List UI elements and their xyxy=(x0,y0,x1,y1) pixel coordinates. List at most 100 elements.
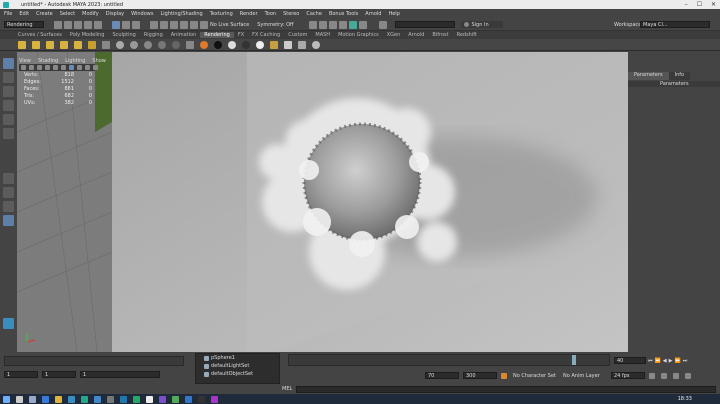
auto-key-icon[interactable] xyxy=(501,372,507,379)
menu-create[interactable]: Create xyxy=(36,11,53,17)
render-settings-icon[interactable] xyxy=(339,20,348,29)
play-forward-icon[interactable]: ▶ xyxy=(669,358,673,364)
smooth-shade-icon[interactable] xyxy=(69,65,74,70)
lasso-tool-icon[interactable] xyxy=(3,72,14,83)
file-explorer-icon[interactable] xyxy=(55,395,62,403)
quick-select-field[interactable] xyxy=(395,21,456,28)
undo-icon[interactable] xyxy=(84,20,92,29)
menu-modify[interactable]: Modify xyxy=(82,11,99,17)
zoom-icon[interactable] xyxy=(3,229,14,240)
select-component-icon[interactable] xyxy=(132,20,140,29)
open-scene-icon[interactable] xyxy=(64,20,72,29)
batch-render-icon[interactable] xyxy=(298,40,306,49)
select-tool-icon[interactable] xyxy=(3,58,14,69)
range-slider[interactable]: 1 xyxy=(80,371,160,378)
move-tool-icon[interactable] xyxy=(3,100,14,111)
black-material-icon[interactable] xyxy=(214,40,222,49)
light-material-icon[interactable] xyxy=(256,40,264,49)
shelf-tab-fx-caching[interactable]: FX Caching xyxy=(248,32,284,38)
snap-grid-icon[interactable] xyxy=(150,20,158,29)
ipr-render-icon[interactable] xyxy=(329,20,338,29)
lights-icon[interactable] xyxy=(85,65,90,70)
shelf-tab-rendering[interactable]: Rendering xyxy=(200,32,234,38)
shelf-tab-bifrost[interactable]: Bifrost xyxy=(428,32,452,38)
range-start-field[interactable]: 1 xyxy=(42,371,76,378)
menu-cache[interactable]: Cache xyxy=(306,11,322,17)
shelf-tab-redshift[interactable]: Redshift xyxy=(453,32,481,38)
start-frame-field[interactable]: 1 xyxy=(4,371,38,378)
mel-label[interactable]: MEL xyxy=(282,386,292,392)
textured-icon[interactable] xyxy=(77,65,82,70)
menu-texturing[interactable]: Texturing xyxy=(210,11,233,17)
rotate-tool-icon[interactable] xyxy=(3,114,14,125)
snap-surface-icon[interactable] xyxy=(190,20,198,29)
menu-lighting-shading[interactable]: Lighting/Shading xyxy=(160,11,202,17)
menu-toon[interactable]: Toon xyxy=(265,11,277,17)
white-material-icon[interactable] xyxy=(228,40,236,49)
sound-icon[interactable] xyxy=(673,372,679,379)
close-button[interactable]: ✕ xyxy=(711,1,716,8)
shelf-tab-arnold[interactable]: Arnold xyxy=(404,32,428,38)
app-icon[interactable] xyxy=(107,395,114,403)
photos-icon[interactable] xyxy=(94,395,101,403)
character-set-dropdown[interactable]: No Character Set xyxy=(513,373,559,379)
snap-curve-icon[interactable] xyxy=(160,20,168,29)
select-object-icon[interactable] xyxy=(122,20,130,29)
redo-icon[interactable] xyxy=(94,20,102,29)
fps-dropdown[interactable]: 24 fps xyxy=(611,372,645,379)
symmetry-label[interactable]: Symmetry: Off xyxy=(257,22,293,28)
menu-edit[interactable]: Edit xyxy=(19,11,29,17)
maya-taskbar-icon[interactable] xyxy=(159,395,166,403)
preferences-icon[interactable] xyxy=(685,372,691,379)
shelf-tab-motion-graphics[interactable]: Motion Graphics xyxy=(334,32,383,38)
shelf-tab-fx[interactable]: FX xyxy=(234,32,248,38)
select-hierarchy-icon[interactable] xyxy=(112,20,120,29)
menu-stereo[interactable]: Stereo xyxy=(283,11,299,17)
workspace-dropdown[interactable]: Maya Cl... xyxy=(640,21,710,28)
wireframe-icon[interactable] xyxy=(61,65,66,70)
step-back-icon[interactable]: ⏪ xyxy=(655,358,661,364)
search-icon[interactable] xyxy=(16,395,23,403)
layered-shader-icon[interactable] xyxy=(172,40,180,49)
point-light-icon[interactable] xyxy=(32,40,40,49)
app3-icon[interactable] xyxy=(185,395,192,403)
mel-input[interactable] xyxy=(296,385,717,393)
aistandard-surface-icon[interactable] xyxy=(200,40,208,49)
two-view-layout-icon[interactable] xyxy=(3,201,14,212)
shelf-tab-poly-modeling[interactable]: Poly Modeling xyxy=(66,32,109,38)
current-frame-field[interactable]: 40 xyxy=(614,357,646,364)
phong-material-icon[interactable] xyxy=(144,40,152,49)
bookmark-icon[interactable] xyxy=(37,65,42,70)
camera-attributes-icon[interactable] xyxy=(29,65,34,70)
minimize-button[interactable]: – xyxy=(685,1,688,8)
new-scene-icon[interactable] xyxy=(54,20,62,29)
render-globals-icon[interactable] xyxy=(312,40,320,49)
surface-shader-icon[interactable] xyxy=(158,40,166,49)
dark-material-icon[interactable] xyxy=(242,40,250,49)
shelf-tab-rigging[interactable]: Rigging xyxy=(140,32,167,38)
main-time-slider[interactable] xyxy=(288,354,610,366)
single-perspective-layout-icon[interactable] xyxy=(3,173,14,184)
end-frame-field[interactable]: 300 xyxy=(463,372,497,379)
loop-icon[interactable] xyxy=(649,372,655,379)
menu-set-dropdown[interactable]: Rendering xyxy=(4,21,44,28)
pause-icon[interactable] xyxy=(359,20,368,29)
render-view-icon[interactable] xyxy=(309,20,318,29)
four-view-layout-icon[interactable] xyxy=(3,187,14,198)
store-icon[interactable] xyxy=(68,395,75,403)
outlook-icon[interactable] xyxy=(120,395,127,403)
tab-parameters[interactable]: Parameters xyxy=(628,72,669,80)
menu-select[interactable]: Select xyxy=(60,11,75,17)
menu-help[interactable]: Help xyxy=(388,11,399,17)
arnold-render-icon[interactable] xyxy=(349,20,358,29)
volume-light-icon[interactable] xyxy=(74,40,82,49)
range-end-field[interactable]: 70 xyxy=(425,372,459,379)
clock[interactable]: 18:33 xyxy=(678,396,692,402)
shadows-icon[interactable] xyxy=(93,65,98,70)
go-to-end-icon[interactable]: ⏭ xyxy=(683,358,688,364)
render-camera-icon[interactable] xyxy=(284,40,292,49)
paint-select-tool-icon[interactable] xyxy=(3,86,14,97)
menu-arnold[interactable]: Arnold xyxy=(365,11,381,17)
live-surface-icon[interactable] xyxy=(200,20,208,29)
menu-windows[interactable]: Windows xyxy=(131,11,153,17)
